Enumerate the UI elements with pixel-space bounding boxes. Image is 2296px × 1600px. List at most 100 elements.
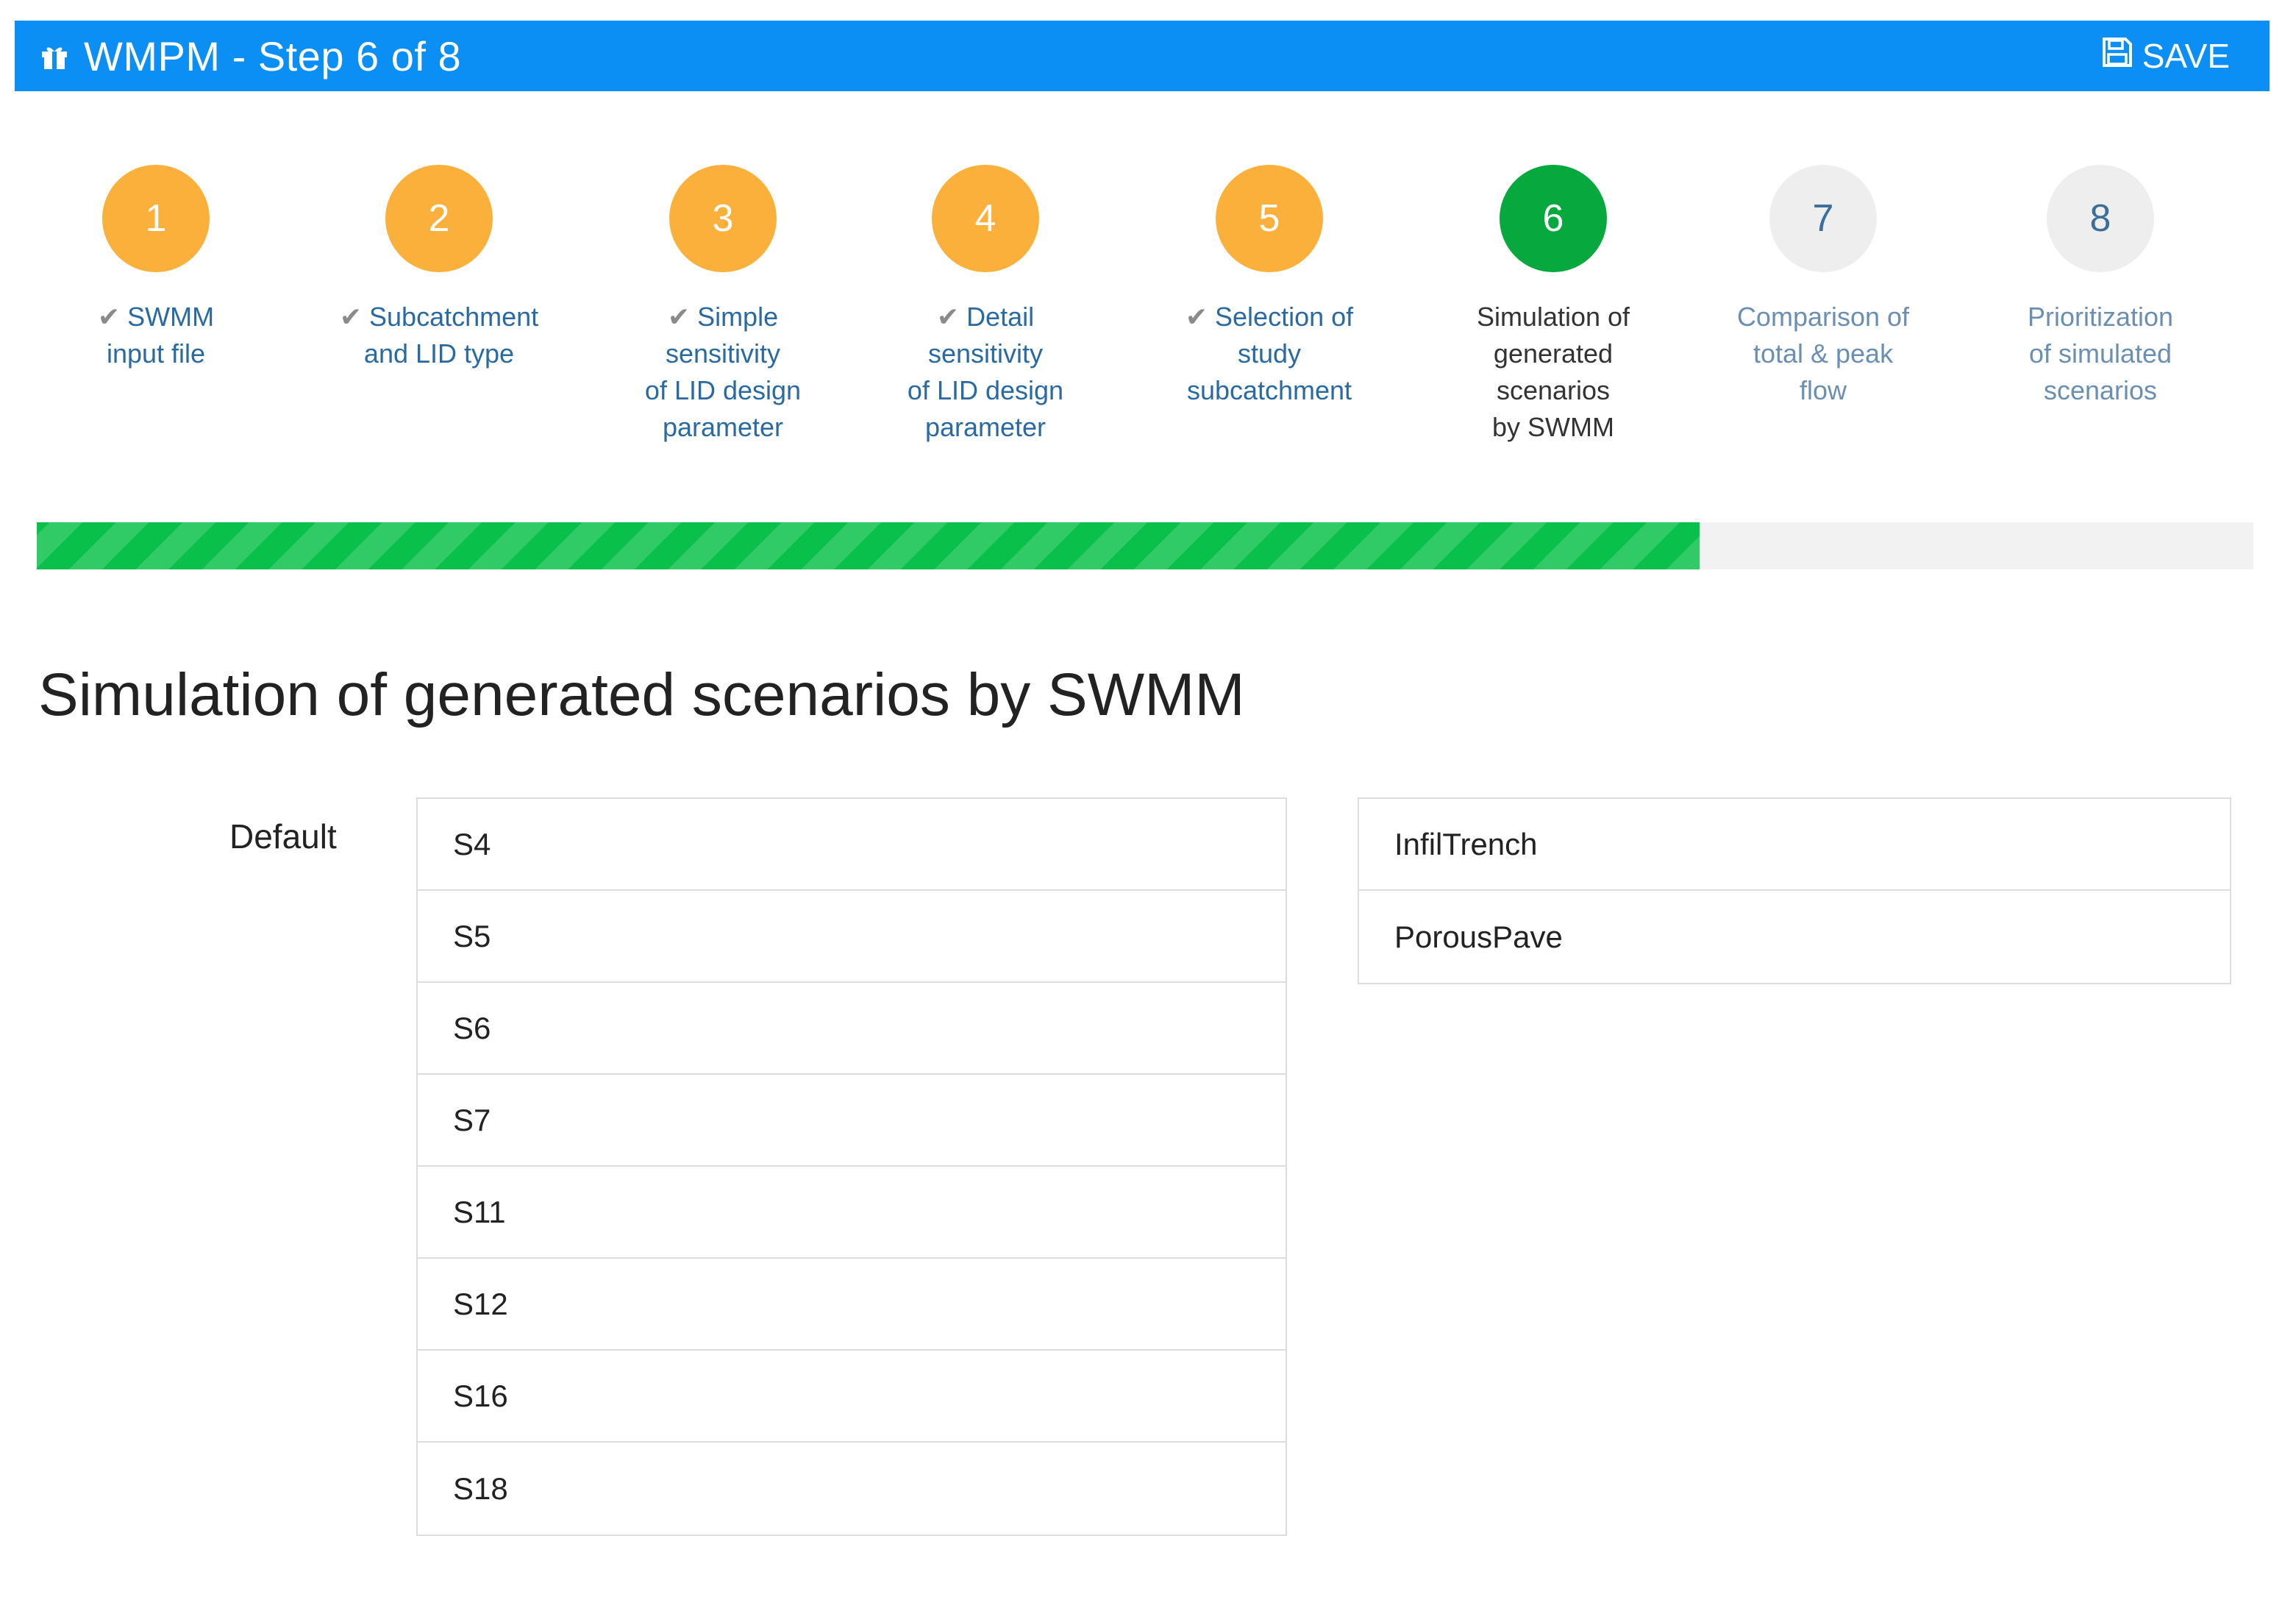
step-label-text: sensitivity <box>665 338 781 369</box>
step-label-text: Comparison of <box>1736 302 1910 332</box>
step-label-text: SWMM <box>127 302 215 332</box>
step-number-circle: 4 <box>932 165 1039 272</box>
step-label: ✔ SWMM input file <box>38 299 274 372</box>
step-label-line: ✔ SWMM <box>38 299 274 335</box>
step-label-line: subcatchment <box>1152 372 1387 409</box>
step-8[interactable]: 8 Prioritization of simulated scenarios <box>1983 165 2218 409</box>
step-label-text: flow <box>1799 375 1847 405</box>
gift-icon <box>40 41 69 71</box>
step-label-text: of LID design <box>644 375 802 405</box>
step-label: ✔ Subcatchment and LID type <box>321 299 557 372</box>
step-label-line: Prioritization <box>1983 299 2218 335</box>
step-number-circle: 1 <box>102 165 210 272</box>
step-number-circle: 7 <box>1769 165 1877 272</box>
step-label-line: ✔ Simple <box>605 299 841 335</box>
save-label: SAVE <box>2142 37 2230 75</box>
list-item[interactable]: S5 <box>418 891 1286 983</box>
checkmark-icon: ✔ <box>97 302 121 332</box>
step-3[interactable]: 3 ✔ Simple sensitivity of LID design paramete… <box>605 165 841 446</box>
step-label: ✔ Selection of study subcatchment <box>1152 299 1387 409</box>
list-item[interactable]: S12 <box>418 1259 1286 1351</box>
step-7[interactable]: 7 Comparison of total & peak flow <box>1705 165 1941 409</box>
step-number-circle: 3 <box>669 165 777 272</box>
step-label: Comparison of total & peak flow <box>1705 299 1941 409</box>
step-label-text: study <box>1237 338 1302 369</box>
list-item[interactable]: S16 <box>418 1351 1286 1443</box>
step-label-line: ✔ Subcatchment <box>321 299 557 335</box>
list-item[interactable]: PorousPave <box>1359 891 2230 983</box>
step-label-line: Simulation of <box>1436 299 1671 335</box>
page-header-title: WMPM - Step 6 of 8 <box>84 32 462 79</box>
step-label-text: Selection of <box>1215 302 1354 332</box>
step-label-text: by SWMM <box>1492 412 1614 442</box>
progress-bar-fill <box>37 522 1700 569</box>
page-title: Simulation of generated scenarios by SWM… <box>38 661 1245 728</box>
step-label-line: input file <box>38 335 274 372</box>
step-label-line: study <box>1152 335 1387 372</box>
step-label-text: generated <box>1493 338 1614 369</box>
step-label-line: scenarios <box>1436 372 1671 409</box>
step-label-line: of simulated <box>1983 335 2218 372</box>
step-5[interactable]: 5 ✔ Selection of study subcatchment <box>1152 165 1387 409</box>
list-item[interactable]: InfilTrench <box>1359 799 2230 891</box>
group-label: Default <box>229 817 337 856</box>
step-label-text: Detail <box>966 302 1035 332</box>
step-number-circle: 6 <box>1500 165 1607 272</box>
step-1[interactable]: 1 ✔ SWMM input file <box>38 165 274 372</box>
step-label: ✔ Simple sensitivity of LID design parameter <box>605 299 841 446</box>
step-number-circle: 8 <box>2047 165 2154 272</box>
step-label-line: Comparison of <box>1705 299 1941 335</box>
step-label-line: ✔ Detail <box>868 299 1103 335</box>
step-label: ✔ Detail sensitivity of LID design parameter <box>868 299 1103 446</box>
step-number-circle: 2 <box>385 165 493 272</box>
step-label-text: and LID type <box>363 338 515 369</box>
checkmark-icon: ✔ <box>936 302 960 332</box>
floppy-disk-icon <box>2101 36 2133 77</box>
subcatchment-list: S4 S5 S6 S7 S11 S12 S16 S18 <box>416 797 1287 1536</box>
step-label-text: total & peak <box>1753 338 1894 369</box>
lid-type-list: InfilTrench PorousPave <box>1358 797 2231 984</box>
step-number-circle: 5 <box>1216 165 1323 272</box>
step-label-line: parameter <box>605 409 841 446</box>
step-label: Simulation of generated scenarios by SWMM <box>1436 299 1671 446</box>
step-label-text: Prioritization <box>2027 302 2174 332</box>
step-label-text: Subcatchment <box>369 302 539 332</box>
step-2[interactable]: 2 ✔ Subcatchment and LID type <box>321 165 557 372</box>
step-label-text: scenarios <box>1496 375 1611 405</box>
step-label-line: parameter <box>868 409 1103 446</box>
step-label-line: generated <box>1436 335 1671 372</box>
step-label-text: sensitivity <box>927 338 1044 369</box>
step-label-line: sensitivity <box>605 335 841 372</box>
step-label-line: total & peak <box>1705 335 1941 372</box>
step-label-line: ✔ Selection of <box>1152 299 1387 335</box>
step-label-text: subcatchment <box>1186 375 1352 405</box>
checkmark-icon: ✔ <box>1185 302 1208 332</box>
list-item[interactable]: S4 <box>418 799 1286 891</box>
list-item[interactable]: S6 <box>418 983 1286 1075</box>
list-item[interactable]: S18 <box>418 1443 1286 1535</box>
list-item[interactable]: S11 <box>418 1167 1286 1259</box>
step-label-text: parameter <box>924 412 1047 442</box>
step-label-line: scenarios <box>1983 372 2218 409</box>
step-6[interactable]: 6 Simulation of generated scenarios by SWMM <box>1436 165 1671 446</box>
step-label-text: of LID design <box>907 375 1064 405</box>
step-label-line: and LID type <box>321 335 557 372</box>
app-header: WMPM - Step 6 of 8 SAVE <box>15 21 2270 91</box>
step-label-line: sensitivity <box>868 335 1103 372</box>
progress-bar <box>37 522 2253 569</box>
step-label-text: of simulated <box>2028 338 2172 369</box>
step-label-text: parameter <box>662 412 784 442</box>
list-item[interactable]: S7 <box>418 1075 1286 1167</box>
step-label-line: of LID design <box>605 372 841 409</box>
step-label-line: of LID design <box>868 372 1103 409</box>
step-label-line: by SWMM <box>1436 409 1671 446</box>
step-label: Prioritization of simulated scenarios <box>1983 299 2218 409</box>
step-label-text: input file <box>106 338 206 369</box>
step-label-text: Simulation of <box>1476 302 1630 332</box>
step-4[interactable]: 4 ✔ Detail sensitivity of LID design paramete… <box>868 165 1103 446</box>
save-button[interactable]: SAVE <box>2086 30 2245 82</box>
checkmark-icon: ✔ <box>339 302 363 332</box>
step-label-text: scenarios <box>2043 375 2158 405</box>
checkmark-icon: ✔ <box>667 302 691 332</box>
step-label-line: flow <box>1705 372 1941 409</box>
